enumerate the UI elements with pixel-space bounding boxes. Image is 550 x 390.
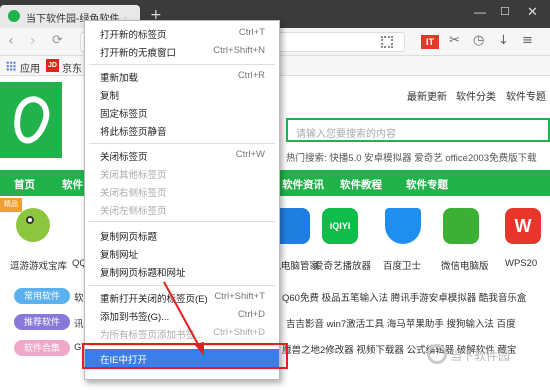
menu-item-label: 为所有标签页添加书签...: [100, 330, 203, 341]
menu-item-label: 关闭其他标签页: [100, 170, 167, 181]
minimize-button[interactable]: —: [474, 5, 486, 19]
menu-item-label: 复制: [100, 91, 120, 102]
menu-item-label: 复制网址: [100, 250, 139, 261]
category-tag[interactable]: 常用软件: [14, 288, 70, 304]
menu-item-label: 将此标签页静音: [100, 127, 167, 138]
menu-separator: [89, 221, 275, 222]
menu-item-label: 关闭左侧标签页: [100, 206, 167, 217]
back-button[interactable]: ‹: [8, 33, 14, 49]
menu-item-close-left: 关闭左侧标签页: [85, 200, 279, 218]
cut-icon[interactable]: ✂: [449, 33, 460, 48]
menu-item-new-tab[interactable]: 打开新的标签页 Ctrl+T: [85, 24, 279, 42]
menu-item-add-bookmark[interactable]: 添加到书签(G)... Ctrl+D: [85, 306, 279, 324]
menu-item-label: 关闭标签页: [100, 152, 148, 163]
nav-news[interactable]: 软件资讯: [282, 177, 324, 192]
menu-icon[interactable]: ≡: [522, 33, 533, 48]
forward-button[interactable]: ›: [30, 33, 36, 49]
menu-separator: [89, 64, 275, 65]
site-search-input[interactable]: 请输入您要搜索的内容: [286, 118, 550, 142]
menu-item-label: 复制网页标题: [100, 232, 158, 243]
menu-item-label: 重新打开关闭的标签页(E): [100, 294, 208, 305]
app-label[interactable]: 微信电脑版: [441, 258, 489, 272]
wechat-icon[interactable]: [443, 208, 479, 244]
search-placeholder: 请输入您要搜索的内容: [296, 129, 396, 140]
category-prefix[interactable]: 讯: [74, 316, 84, 330]
menu-item-close-others: 关闭其他标签页: [85, 164, 279, 182]
tab-context-menu: 打开新的标签页 Ctrl+T 打开新的无痕窗口 Ctrl+Shift+N 重新加载 C…: [84, 20, 280, 380]
category-links[interactable]: 吉吉影音 win7激活工具 海马苹果助手 搜狗输入法 百度: [286, 316, 516, 330]
category-links[interactable]: Q60免费 极品五笔输入法 腾讯手游安卓模拟器 酷我音乐盒: [282, 290, 526, 304]
nav-software[interactable]: 软件: [62, 177, 83, 192]
app-label[interactable]: 逗游游戏宝库: [10, 258, 67, 272]
menu-item-duplicate[interactable]: 复制: [85, 85, 279, 103]
featured-badge: 精品: [0, 198, 22, 212]
menu-item-label: 复制网页标题和网址: [100, 268, 186, 279]
baidu-guard-icon[interactable]: [385, 208, 421, 244]
link-latest-updates[interactable]: 最新更新: [407, 88, 447, 103]
menu-item-copy-title-url[interactable]: 复制网页标题和网址: [85, 262, 279, 280]
maximize-button[interactable]: ☐: [500, 5, 510, 18]
menu-item-close-tab[interactable]: 关闭标签页 Ctrl+W: [85, 146, 279, 164]
watermark-text: 当下软件园: [450, 349, 511, 363]
download-icon[interactable]: ↓: [498, 33, 509, 48]
app-label[interactable]: 爱奇艺播放器: [314, 258, 371, 272]
menu-separator: [89, 285, 275, 286]
hot-search[interactable]: 热门搜索: 快播5.0 安卓模拟器 爱奇艺 office2003免费版下载: [286, 150, 537, 164]
reload-button[interactable]: ⟳: [52, 33, 63, 48]
leaf-logo-icon: [8, 92, 54, 148]
qr-code-icon[interactable]: [381, 36, 393, 48]
app-label[interactable]: WPS20: [505, 258, 537, 269]
menu-item-close-right: 关闭右侧标签页: [85, 182, 279, 200]
menu-item-label: 关闭右侧标签页: [100, 188, 167, 199]
bookmark-apps[interactable]: 应用: [20, 60, 40, 75]
apps-grid-icon[interactable]: [6, 61, 16, 71]
nav-tutorials[interactable]: 软件教程: [340, 177, 382, 192]
menu-item-shortcut: Ctrl+R: [237, 70, 265, 81]
iqiyi-icon[interactable]: iQIYI: [322, 208, 358, 244]
menu-item-shortcut: Ctrl+Shift+D: [213, 327, 265, 338]
menu-item-bookmark-all: 为所有标签页添加书签... Ctrl+Shift+D: [85, 324, 279, 342]
menu-item-shortcut: Ctrl+Shift+T: [214, 291, 265, 302]
menu-item-copy-title[interactable]: 复制网页标题: [85, 226, 279, 244]
site-favicon-icon: [8, 10, 20, 22]
game-app-icon[interactable]: [16, 208, 50, 242]
nav-topics[interactable]: 软件专题: [406, 177, 448, 192]
watermark-logo-icon: [427, 344, 447, 364]
site-logo[interactable]: [0, 82, 62, 158]
nav-home[interactable]: 首页: [14, 177, 35, 192]
menu-item-label: 重新加载: [100, 73, 139, 84]
wps-icon[interactable]: W: [505, 208, 541, 244]
menu-item-incognito[interactable]: 打开新的无痕窗口 Ctrl+Shift+N: [85, 42, 279, 60]
category-tag[interactable]: 推荐软件: [14, 314, 70, 330]
menu-item-copy-url[interactable]: 复制网址: [85, 244, 279, 262]
highlight-annotation-box: [82, 343, 288, 369]
link-categories[interactable]: 软件分类: [456, 88, 496, 103]
history-icon[interactable]: ◷: [473, 33, 484, 48]
menu-item-shortcut: Ctrl+T: [238, 27, 265, 38]
bookmark-jd[interactable]: 京东: [62, 60, 82, 75]
menu-item-label: 固定标签页: [100, 109, 148, 120]
menu-item-shortcut: Ctrl+W: [235, 149, 265, 160]
menu-separator: [89, 143, 275, 144]
menu-item-shortcut: Ctrl+Shift+N: [213, 45, 265, 56]
menu-item-reopen-closed[interactable]: 重新打开关闭的标签页(E) Ctrl+Shift+T: [85, 288, 279, 306]
menu-item-reload[interactable]: 重新加载 Ctrl+R: [85, 67, 279, 85]
menu-item-label: 添加到书签(G)...: [100, 312, 170, 323]
jd-icon[interactable]: JD: [46, 59, 59, 72]
menu-item-label: 打开新的无痕窗口: [100, 48, 177, 59]
it-extension-icon[interactable]: IT: [421, 35, 439, 49]
menu-item-mute-tab[interactable]: 将此标签页静音: [85, 121, 279, 139]
category-tag[interactable]: 软件合集: [14, 340, 70, 356]
eye-icon: [26, 216, 34, 224]
menu-item-pin-tab[interactable]: 固定标签页: [85, 103, 279, 121]
menu-item-shortcut: Ctrl+D: [237, 309, 265, 320]
link-topics[interactable]: 软件专题: [506, 88, 546, 103]
app-label[interactable]: 百度卫士: [383, 258, 421, 272]
close-window-button[interactable]: ✕: [527, 4, 538, 20]
menu-item-label: 打开新的标签页: [100, 30, 167, 41]
